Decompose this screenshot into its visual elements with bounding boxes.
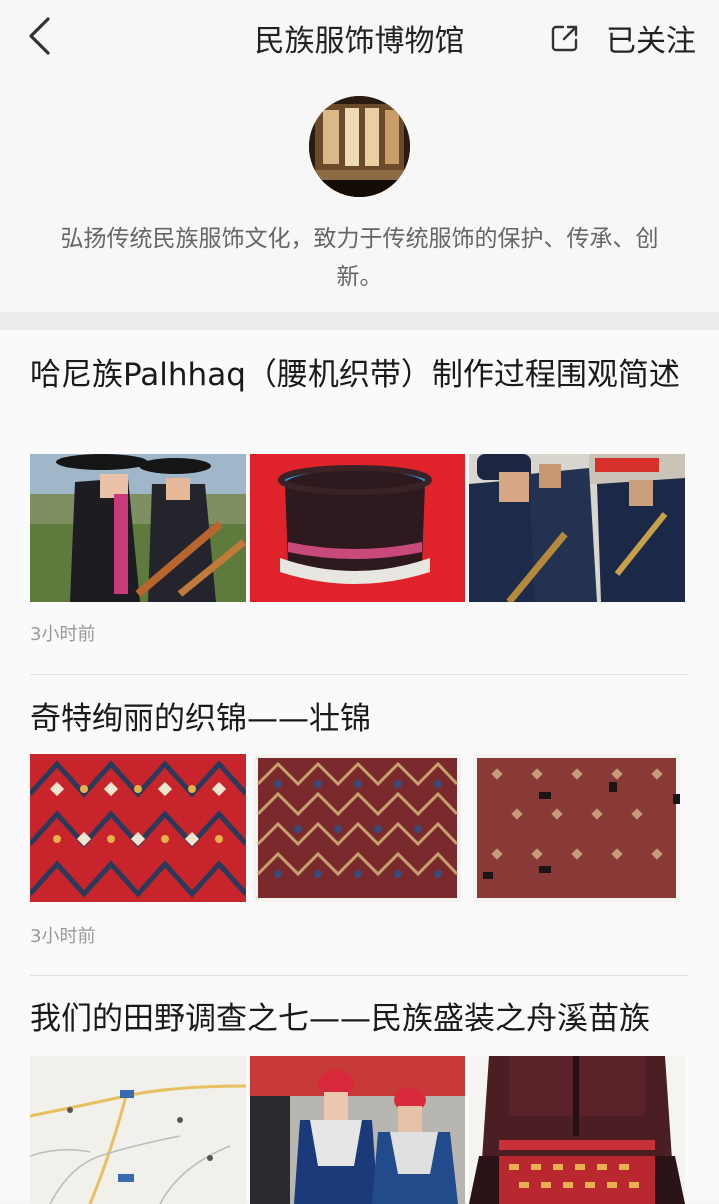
article-title: 我们的田野调查之七——民族盛装之舟溪苗族 xyxy=(30,1001,650,1037)
top-bar: 民族服饰博物馆 已关注 xyxy=(0,0,719,76)
section-divider xyxy=(0,312,719,330)
thumbnail-image[interactable] xyxy=(30,1056,246,1204)
thumbnail-image[interactable] xyxy=(254,754,461,902)
thumbnail-image[interactable] xyxy=(250,1056,465,1204)
thumbnail-image[interactable] xyxy=(250,454,465,602)
divider xyxy=(30,975,689,976)
article-feed: 哈尼族Palhhaq（腰机织带）制作过程围观简述 3小时前 奇特绚丽的织锦——壮… xyxy=(0,330,719,1204)
profile-description: 弘扬传统民族服饰文化，致力于传统服饰的保护、传承、创新。 xyxy=(60,226,659,290)
profile-section: 弘扬传统民族服饰文化，致力于传统服饰的保护、传承、创新。 xyxy=(0,76,719,312)
article-time: 3小时前 xyxy=(30,926,96,947)
share-icon xyxy=(551,25,578,52)
share-button[interactable] xyxy=(548,20,582,56)
article-time: 3小时前 xyxy=(30,624,96,645)
article-title: 哈尼族Palhhaq（腰机织带）制作过程围观简述 xyxy=(30,357,680,393)
article-item[interactable]: 我们的田野调查之七——民族盛装之舟溪苗族 xyxy=(30,996,689,1204)
avatar[interactable] xyxy=(309,96,410,197)
thumbnail-image[interactable] xyxy=(469,454,685,602)
divider xyxy=(30,674,689,675)
article-title: 奇特绚丽的织锦——壮锦 xyxy=(30,701,371,737)
thumbnail-image[interactable] xyxy=(469,1056,685,1204)
article-item[interactable]: 哈尼族Palhhaq（腰机织带）制作过程围观简述 3小时前 xyxy=(30,352,689,672)
article-item[interactable]: 奇特绚丽的织锦——壮锦 3小时前 xyxy=(30,696,689,972)
article-thumbnails xyxy=(30,1056,689,1204)
follow-button[interactable]: 已关注 xyxy=(606,16,696,60)
article-thumbnails xyxy=(30,754,689,902)
thumbnail-image[interactable] xyxy=(30,454,246,602)
thumbnail-image[interactable] xyxy=(30,754,246,902)
thumbnail-image[interactable] xyxy=(473,754,680,902)
article-thumbnails xyxy=(30,454,689,602)
